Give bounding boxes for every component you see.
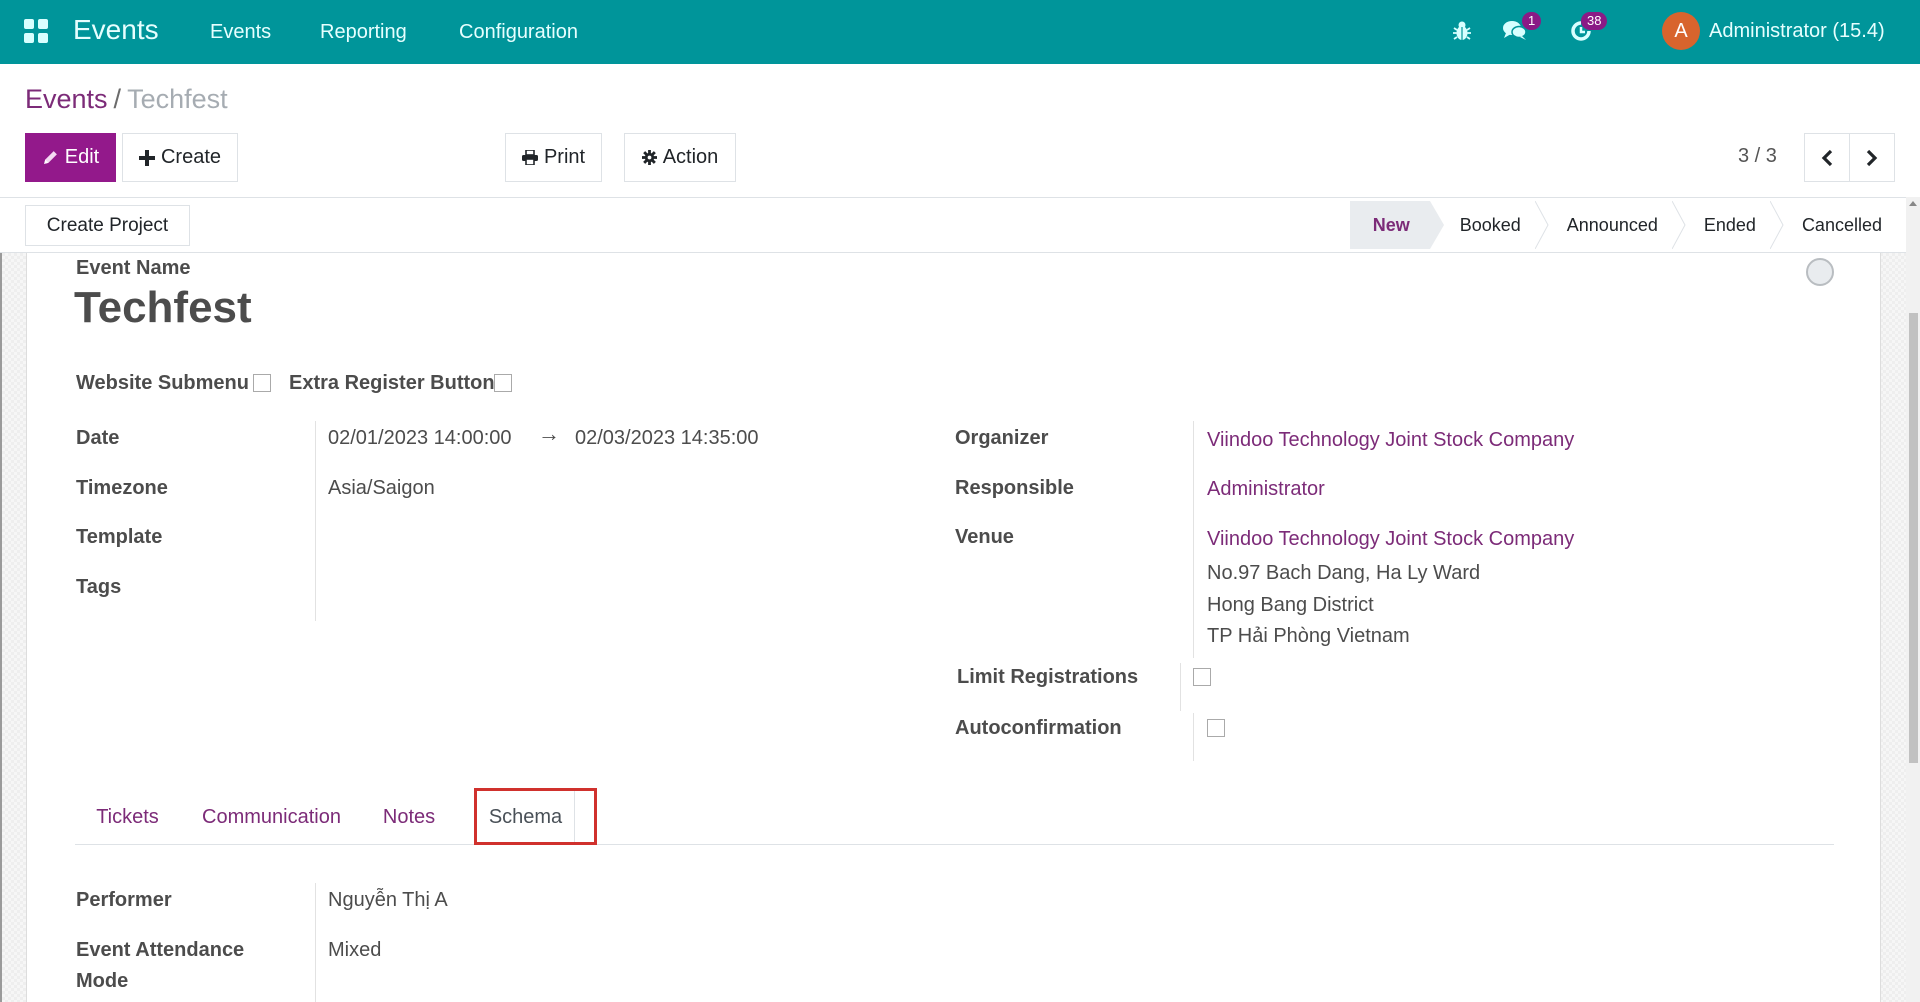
- date-end-value: 02/03/2023 14:35:00: [575, 427, 759, 449]
- date-label: Date: [76, 427, 120, 449]
- left-group-divider: [315, 421, 316, 621]
- pager-next-button[interactable]: [1849, 133, 1895, 182]
- breadcrumb-current: Techfest: [127, 84, 228, 114]
- print-button[interactable]: Print: [505, 133, 602, 182]
- edit-label: Edit: [64, 146, 100, 168]
- vertical-scrollbar[interactable]: [1906, 197, 1920, 1002]
- tab-notes[interactable]: Notes: [364, 789, 454, 845]
- tab-schema[interactable]: Schema: [476, 789, 575, 845]
- autoconfirmation-label: Autoconfirmation: [955, 717, 1122, 739]
- venue-address-line-2: Hong Bang District: [1207, 594, 1374, 616]
- performer-value: Nguyễn Thị A: [328, 889, 448, 911]
- stage-ended[interactable]: Ended: [1680, 201, 1784, 249]
- menu-reporting[interactable]: Reporting: [320, 21, 407, 44]
- plus-icon: [138, 149, 155, 166]
- venue-label: Venue: [955, 526, 1014, 548]
- template-label: Template: [76, 526, 163, 548]
- edit-button[interactable]: Edit: [25, 133, 116, 182]
- responsible-label: Responsible: [955, 477, 1074, 499]
- right-group-divider: [1193, 421, 1194, 658]
- scroll-up-arrow-icon[interactable]: [1909, 201, 1917, 206]
- form-sheet: Event Name Techfest Website Submenu Extr…: [26, 253, 1881, 1002]
- create-project-button[interactable]: Create Project: [25, 205, 190, 246]
- breadcrumb-events-link[interactable]: Events: [25, 84, 108, 114]
- tags-label: Tags: [76, 576, 122, 598]
- stage-booked[interactable]: Booked: [1430, 201, 1549, 249]
- stage-booked-label: Booked: [1459, 214, 1521, 235]
- extra-register-label: Extra Register Button: [289, 372, 495, 394]
- pager-previous-button[interactable]: [1804, 133, 1850, 182]
- print-label: Print: [543, 146, 586, 168]
- top-navbar: Events Events Reporting Configuration 1 …: [0, 0, 1920, 64]
- breadcrumb: Events / Techfest: [25, 84, 228, 115]
- debug-bug-icon[interactable]: [1452, 20, 1472, 47]
- date-start-value: 02/01/2023 14:00:00: [328, 427, 512, 449]
- limit-divider: [1180, 663, 1181, 711]
- event-name-value: Techfest: [74, 283, 252, 332]
- performer-label: Performer: [76, 889, 172, 911]
- organizer-label: Organizer: [955, 427, 1049, 449]
- venue-link[interactable]: Viindoo Technology Joint Stock Company: [1207, 528, 1574, 551]
- gear-icon: [641, 150, 657, 165]
- pencil-icon: [43, 151, 57, 164]
- form-statusbar: Create Project New Booked Announced Ende…: [0, 197, 1906, 253]
- responsible-link[interactable]: Administrator: [1207, 478, 1325, 501]
- venue-address-line-1: No.97 Bach Dang, Ha Ly Ward: [1207, 562, 1481, 584]
- menu-events[interactable]: Events: [210, 21, 271, 44]
- chevron-right-icon: [1866, 149, 1878, 166]
- stage-new[interactable]: New: [1349, 201, 1444, 249]
- attendance-mode-label-line-2: Mode: [76, 970, 129, 992]
- pager-value[interactable]: 3 / 3: [1738, 145, 1777, 168]
- tab-communication[interactable]: Communication: [183, 789, 360, 845]
- chevron-left-icon: [1821, 149, 1833, 166]
- scrollbar-thumb[interactable]: [1909, 313, 1918, 763]
- organizer-link[interactable]: Viindoo Technology Joint Stock Company: [1207, 429, 1574, 452]
- autoconfirmation-checkbox[interactable]: [1207, 719, 1225, 737]
- create-label: Create: [160, 146, 222, 168]
- website-submenu-label: Website Submenu: [76, 372, 249, 394]
- stage-pipeline: New Booked Announced Ended Cancelled: [1349, 201, 1906, 249]
- printer-icon: [521, 150, 538, 165]
- event-name-label: Event Name: [76, 257, 191, 279]
- create-button[interactable]: Create: [122, 133, 238, 182]
- limit-registrations-checkbox[interactable]: [1193, 668, 1211, 686]
- stage-cancelled[interactable]: Cancelled: [1778, 201, 1906, 249]
- breadcrumb-separator: /: [113, 84, 122, 114]
- schema-divider: [315, 883, 316, 1002]
- app-title[interactable]: Events: [73, 14, 159, 46]
- stage-announced[interactable]: Announced: [1543, 201, 1686, 249]
- notebook-tabs: Tickets Communication Notes Schema: [75, 789, 1834, 845]
- autoconfirm-divider: [1193, 713, 1194, 761]
- tab-tickets[interactable]: Tickets: [75, 789, 180, 845]
- stage-ended-label: Ended: [1703, 214, 1756, 235]
- activities-count-badge: 38: [1581, 12, 1608, 30]
- app-menu-grid-icon[interactable]: [24, 19, 48, 43]
- attendance-mode-value: Mixed: [328, 939, 382, 961]
- user-menu[interactable]: Administrator (15.4): [1709, 20, 1885, 43]
- messages-count-badge: 1: [1522, 12, 1542, 30]
- stage-announced-label: Announced: [1566, 214, 1658, 235]
- timezone-value: Asia/Saigon: [328, 477, 435, 499]
- user-avatar[interactable]: A: [1662, 12, 1700, 50]
- date-range-arrow-icon: →: [538, 421, 560, 446]
- limit-registrations-label: Limit Registrations: [957, 666, 1139, 688]
- action-button[interactable]: Action: [624, 133, 736, 182]
- attendance-mode-label-line-1: Event Attendance: [76, 939, 245, 961]
- extra-register-checkbox[interactable]: [494, 374, 512, 392]
- venue-address-line-3: TP Hải Phòng Vietnam: [1207, 625, 1410, 647]
- website-submenu-checkbox[interactable]: [253, 374, 271, 392]
- kanban-state-circle-icon[interactable]: [1806, 258, 1834, 286]
- timezone-label: Timezone: [76, 477, 168, 499]
- action-label: Action: [662, 146, 719, 168]
- menu-configuration[interactable]: Configuration: [459, 21, 578, 44]
